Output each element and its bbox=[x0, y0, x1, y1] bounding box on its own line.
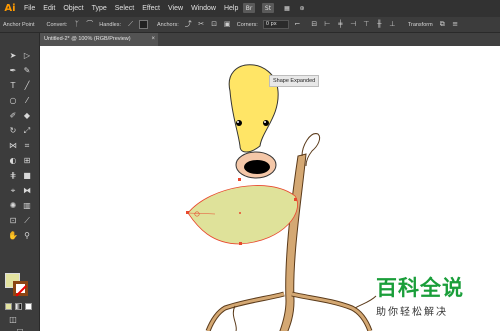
rotate-icon[interactable]: ↻ bbox=[8, 126, 18, 136]
stem-path bbox=[279, 153, 307, 331]
control-bar: Anchor Point Convert: ᛉ ⌒ Handles: ⟋ Anc… bbox=[0, 17, 500, 33]
watermark-subtitle: 助你轻松解决 bbox=[376, 307, 448, 318]
bridge-button[interactable]: Br bbox=[243, 3, 255, 13]
eye-right bbox=[263, 120, 269, 126]
menu-help[interactable]: Help bbox=[220, 5, 242, 12]
workspace-grid-icon[interactable]: ▦ bbox=[281, 3, 293, 13]
isolate-icon[interactable]: ▣ bbox=[223, 20, 232, 29]
connect-anchors-icon[interactable]: ⊡ bbox=[210, 20, 219, 29]
tools-panel: ➤ ▷ ✒ ✎ T ╱ ○ ⁄ ✐ ◆ ↻ ⤢ ⋈ ⌗ ◐ ⊞ ⋕ ■ ⌖ ⧓ … bbox=[0, 33, 40, 331]
screen-mode-icon[interactable]: ▭ bbox=[15, 325, 25, 331]
shape-expanded-tooltip: Shape Expanded bbox=[269, 75, 320, 87]
leaf-shape bbox=[187, 185, 298, 245]
gradient-mode-icon[interactable] bbox=[15, 303, 22, 310]
gpu-performance-icon[interactable]: ⊛ bbox=[296, 3, 308, 13]
align-center-icon[interactable]: ╪ bbox=[336, 20, 345, 29]
paintbrush-icon[interactable]: ⁄ bbox=[22, 96, 32, 106]
free-transform-icon[interactable]: ⌗ bbox=[22, 141, 32, 151]
mouth-inner bbox=[244, 160, 270, 174]
watermark-title: 百科全说 bbox=[376, 276, 464, 300]
align-middle-icon[interactable]: ╫ bbox=[375, 20, 384, 29]
eye-left bbox=[236, 120, 242, 126]
pencil-icon[interactable]: ✐ bbox=[8, 111, 18, 121]
twig-left bbox=[232, 305, 237, 331]
menu-object[interactable]: Object bbox=[59, 5, 87, 12]
corners-label: Corners: bbox=[236, 21, 258, 28]
blend-icon[interactable]: ⧓ bbox=[22, 186, 32, 196]
menu-type[interactable]: Type bbox=[88, 5, 111, 12]
scale-icon[interactable]: ⤢ bbox=[22, 126, 32, 136]
document-tab-bar: Untitled-2* @ 100% (RGB/Preview) × bbox=[40, 33, 500, 46]
draw-mode-icon[interactable]: ◫ bbox=[8, 315, 18, 325]
eraser-icon[interactable]: ◆ bbox=[22, 111, 32, 121]
app-logo: Ai bbox=[4, 3, 16, 14]
menu-window[interactable]: Window bbox=[187, 5, 220, 12]
document-tab[interactable]: Untitled-2* @ 100% (RGB/Preview) × bbox=[40, 33, 158, 46]
handles-label: Handles: bbox=[99, 21, 122, 28]
twig-right bbox=[354, 295, 377, 309]
pen-icon[interactable]: ✒ bbox=[8, 66, 18, 76]
cut-path-icon[interactable]: ✂ bbox=[197, 20, 206, 29]
close-tab-icon[interactable]: × bbox=[151, 33, 155, 46]
align-top-icon[interactable]: ⊤ bbox=[362, 20, 371, 29]
width-icon[interactable]: ⋈ bbox=[8, 141, 18, 151]
menu-edit[interactable]: Edit bbox=[39, 5, 59, 12]
convert-label: Convert: bbox=[46, 21, 68, 28]
curvature-icon[interactable]: ✎ bbox=[22, 66, 32, 76]
convert-smooth-icon[interactable]: ⌒ bbox=[85, 20, 94, 29]
type-icon[interactable]: T bbox=[8, 81, 18, 91]
color-mode-icon[interactable] bbox=[5, 303, 12, 310]
symbol-sprayer-icon[interactable]: ✺ bbox=[8, 201, 18, 211]
line-icon[interactable]: ╱ bbox=[22, 81, 32, 91]
align-right-icon[interactable]: ⊣ bbox=[349, 20, 358, 29]
arrange-icon[interactable]: ⧉ bbox=[438, 20, 447, 29]
hand-icon[interactable]: ✋ bbox=[8, 231, 18, 241]
perspective-icon[interactable]: ⊞ bbox=[22, 156, 32, 166]
show-handles-icon[interactable]: ⟋ bbox=[126, 20, 135, 29]
menu-view[interactable]: View bbox=[164, 5, 187, 12]
direct-selection-icon[interactable]: ▷ bbox=[22, 51, 32, 61]
menu-effect[interactable]: Effect bbox=[138, 5, 164, 12]
menu-select[interactable]: Select bbox=[111, 5, 138, 12]
artboard-icon[interactable]: ⊡ bbox=[8, 216, 18, 226]
menu-bar: Ai File Edit Object Type Select Effect V… bbox=[0, 0, 500, 17]
selection-icon[interactable]: ➤ bbox=[8, 51, 18, 61]
align-bottom-icon[interactable]: ⊥ bbox=[388, 20, 397, 29]
stock-button[interactable]: St bbox=[262, 3, 274, 13]
gradient-icon[interactable]: ■ bbox=[22, 171, 32, 181]
anchors-label: Anchors: bbox=[157, 21, 179, 28]
panel-menu-icon[interactable]: ≡ bbox=[451, 20, 460, 29]
eyedropper-icon[interactable]: ⌖ bbox=[8, 186, 18, 196]
remove-anchor-icon[interactable]: ⤴ bbox=[184, 20, 193, 29]
corner-options-icon[interactable]: ⌐ bbox=[293, 20, 302, 29]
zoom-icon[interactable]: ⚲ bbox=[22, 231, 32, 241]
none-mode-icon[interactable] bbox=[25, 303, 32, 310]
align-left-icon[interactable]: ⊢ bbox=[323, 20, 332, 29]
transform-button[interactable]: Transform bbox=[405, 22, 436, 28]
hide-handles-icon[interactable] bbox=[139, 20, 149, 29]
mesh-icon[interactable]: ⋕ bbox=[8, 171, 18, 181]
ellipse-icon[interactable]: ○ bbox=[8, 96, 18, 106]
corners-input[interactable]: 0 px bbox=[262, 20, 289, 29]
watermark: 百科全说 助你轻松解决 bbox=[376, 272, 491, 318]
convert-corner-icon[interactable]: ᛉ bbox=[72, 20, 81, 29]
graph-icon[interactable]: ▥ bbox=[22, 201, 32, 211]
slice-icon[interactable]: ⟋ bbox=[22, 216, 32, 226]
document-tab-title: Untitled-2* @ 100% (RGB/Preview) bbox=[44, 36, 131, 42]
menu-file[interactable]: File bbox=[20, 5, 39, 12]
align-options-icon[interactable]: ⊟ bbox=[310, 20, 319, 29]
illustrator-window: Ai File Edit Object Type Select Effect V… bbox=[0, 0, 500, 331]
shape-builder-icon[interactable]: ◐ bbox=[8, 156, 18, 166]
artboard-canvas[interactable]: Shape Expanded 百科全说 助你轻松解决 bbox=[40, 46, 500, 331]
root-left-fill bbox=[206, 292, 285, 331]
anchor-point-label: Anchor Point bbox=[3, 21, 35, 28]
